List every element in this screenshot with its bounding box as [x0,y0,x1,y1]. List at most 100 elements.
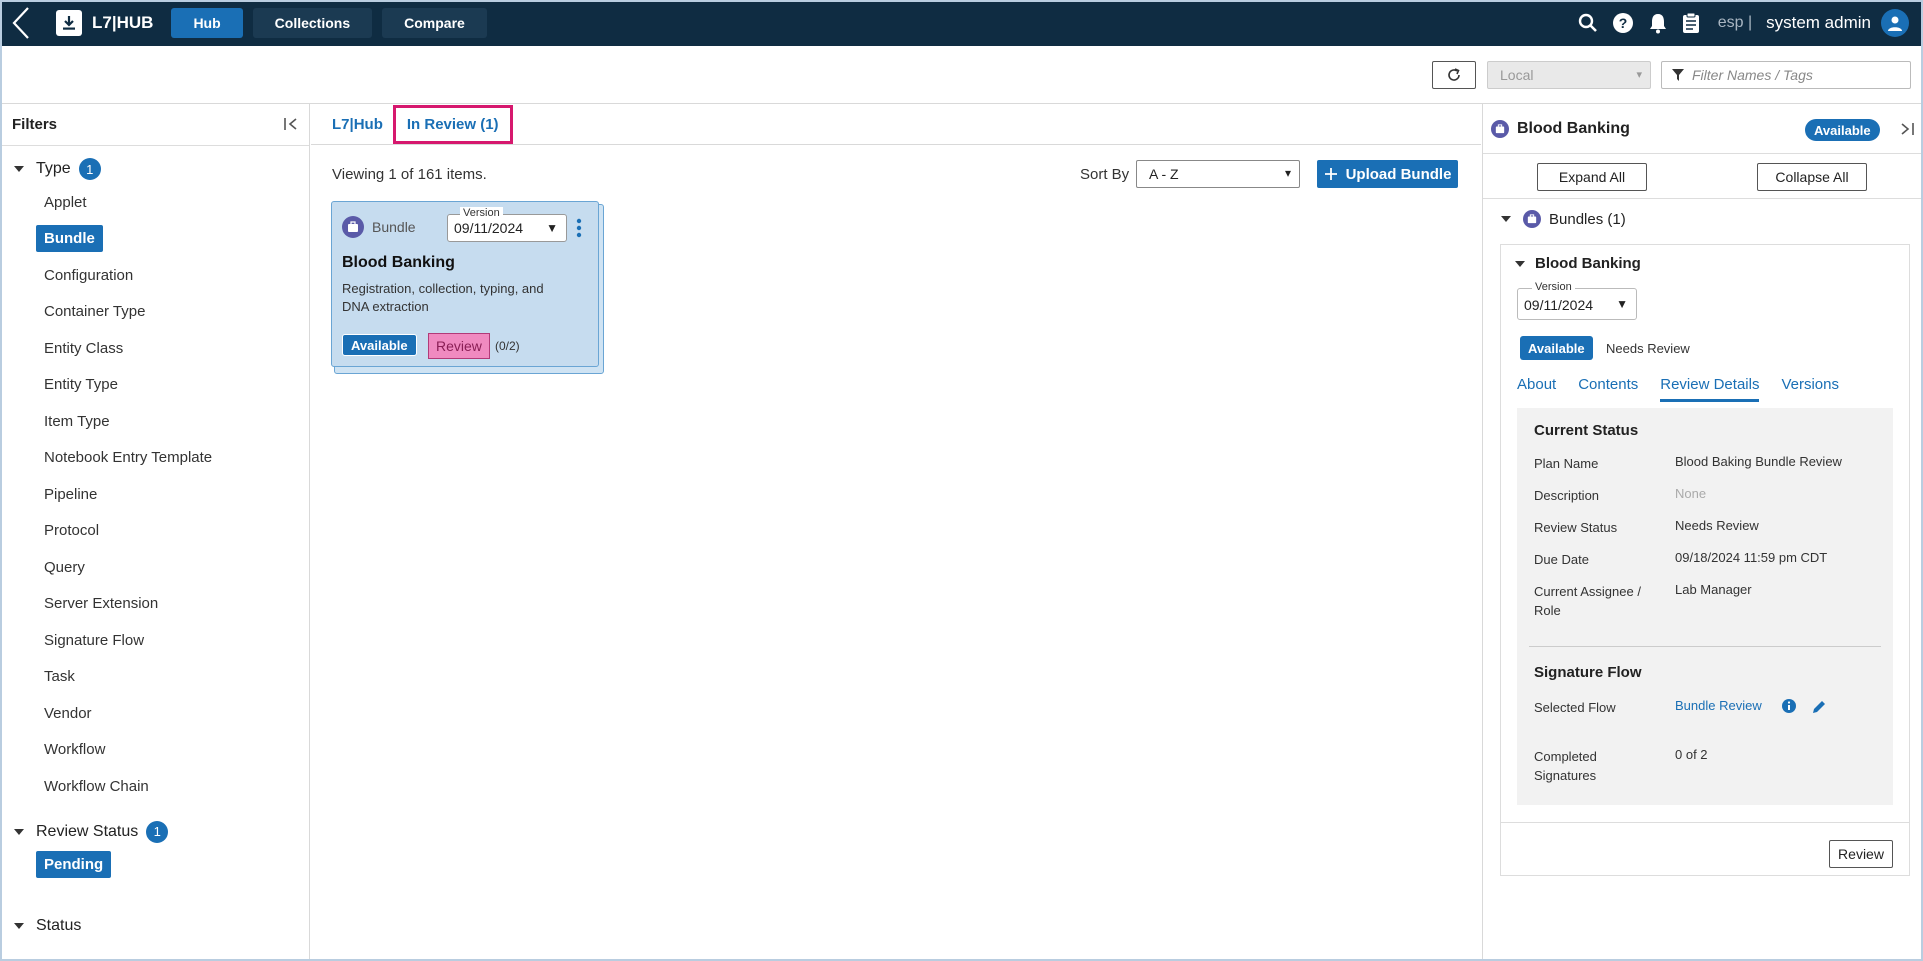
type-group-label: Type [36,160,71,177]
avatar[interactable] [1881,9,1909,37]
description-value: None [1675,486,1707,501]
plan-name-label: Plan Name [1534,456,1599,471]
selected-flow-link[interactable]: Bundle Review [1675,698,1762,713]
filter-item-label: Workflow [44,741,106,759]
filter-item-task[interactable]: Task [0,659,309,696]
help-icon[interactable]: ? [1612,12,1634,34]
app-logo[interactable]: L7|HUB [56,10,153,36]
filter-item-label: Query [44,558,85,576]
breadcrumb-hub-link[interactable]: L7|Hub [332,116,383,133]
bundle-card[interactable]: Bundle Version 09/11/2024 ▼ Blood Bankin… [331,201,599,367]
filter-item-label: Pipeline [44,485,98,503]
expand-all-button[interactable]: Expand All [1537,163,1647,191]
card-version-select[interactable]: Version 09/11/2024 ▼ [447,207,567,242]
filter-item-configuration[interactable]: Configuration [0,257,309,294]
main-content: L7|Hub In Review (1) Viewing 1 of 161 it… [311,104,1481,961]
selected-flow-label: Selected Flow [1534,700,1616,715]
refresh-button[interactable] [1432,61,1476,89]
completed-signatures-label: Completed Signatures [1534,749,1597,783]
nav-collections-button[interactable]: Collections [252,8,373,38]
toolbar: Local ▾ [0,46,1923,104]
assignee-value: Lab Manager [1675,582,1752,597]
divider [1501,822,1909,823]
filter-item-notebook-entry-template[interactable]: Notebook Entry Template [0,440,309,477]
filter-item-label: Entity Type [44,376,118,394]
plan-name-value: Blood Baking Bundle Review [1675,454,1842,469]
filter-item-protocol[interactable]: Protocol [0,513,309,550]
collapse-sidebar-icon[interactable] [283,116,299,136]
type-filter-list: Applet Bundle Configuration Container Type E… [0,184,309,805]
filter-item-pipeline[interactable]: Pipeline [0,476,309,513]
filter-item-label: Entity Class [44,339,124,357]
review-status-filter-group[interactable]: Review Status 1 [0,817,309,847]
filter-item-query[interactable]: Query [0,549,309,586]
panel-version-value: 09/11/2024 [1524,297,1594,313]
filter-item-container-type[interactable]: Container Type [0,294,309,331]
filter-item-applet[interactable]: Applet [0,184,309,221]
more-options-icon[interactable] [576,218,582,242]
assignee-label: Current Assignee / Role [1534,584,1641,618]
divider [1529,646,1881,647]
filter-item-workflow-chain[interactable]: Workflow Chain [0,768,309,805]
collapse-panel-icon[interactable] [1899,121,1915,142]
filter-item-vendor[interactable]: Vendor [0,695,309,732]
back-button[interactable] [0,0,42,46]
bell-icon[interactable] [1648,12,1668,34]
filter-item-entity-type[interactable]: Entity Type [0,367,309,404]
info-icon[interactable] [1781,698,1797,718]
status-filter-group[interactable]: Status [0,911,309,941]
filter-item-signature-flow[interactable]: Signature Flow [0,622,309,659]
review-status-label: Review Status [36,822,139,840]
user-name[interactable]: system admin [1766,13,1871,33]
filter-names-input[interactable] [1692,67,1892,83]
filter-item-workflow[interactable]: Workflow [0,732,309,769]
filter-item-label: Bundle [36,225,103,253]
bundles-section-toggle[interactable]: Bundles (1) [1501,210,1626,228]
filter-item-item-type[interactable]: Item Type [0,403,309,440]
review-status-value: Needs Review [1675,518,1759,533]
bundle-item-toggle[interactable]: Blood Banking [1515,255,1641,272]
filter-box[interactable] [1661,61,1911,89]
tab-about[interactable]: About [1517,376,1556,402]
version-label: Version [460,207,503,219]
caret-down-icon [1501,216,1511,222]
card-description: Registration, collection, typing, and DN… [342,281,544,314]
tab-versions[interactable]: Versions [1781,376,1839,402]
tab-review-details[interactable]: Review Details [1660,376,1760,402]
tab-contents[interactable]: Contents [1578,376,1638,402]
filter-item-bundle[interactable]: Bundle [0,221,309,258]
card-title[interactable]: Blood Banking [342,254,455,272]
upload-bundle-button[interactable]: Upload Bundle [1317,160,1458,188]
edit-pencil-icon[interactable] [1811,699,1827,719]
review-badge[interactable]: Review [428,333,490,359]
filter-item-label: Vendor [44,704,92,722]
clipboard-icon[interactable] [1682,12,1700,34]
tenant-label: esp | [1717,14,1753,31]
needs-review-text: Needs Review [1606,341,1690,356]
filter-item-pending[interactable]: Pending [0,847,309,884]
type-filter-group[interactable]: Type 1 [0,154,309,184]
panel-version-select[interactable]: Version 09/11/2024 ▼ [1517,281,1637,320]
review-button[interactable]: Review [1829,840,1893,868]
detail-tabs: About Contents Review Details Versions [1517,376,1861,402]
refresh-icon [1448,68,1460,81]
breadcrumb: L7|Hub In Review (1) [311,104,1481,145]
panel-status-badge: Available [1805,119,1880,141]
sort-select[interactable]: A - Z ▾ [1136,160,1300,188]
search-icon[interactable] [1578,13,1598,33]
filter-item-server-extension[interactable]: Server Extension [0,586,309,623]
bundle-detail-box: Blood Banking Version 09/11/2024 ▼ Avail… [1500,244,1910,876]
nav-hub-button[interactable]: Hub [171,8,243,38]
filter-item-label: Signature Flow [44,631,145,649]
location-select[interactable]: Local ▾ [1487,61,1651,89]
app-title: L7|HUB [92,13,154,32]
panel-available-badge: Available [1520,336,1593,360]
nav-compare-button[interactable]: Compare [382,8,487,38]
due-date-value: 09/18/2024 11:59 pm CDT [1675,550,1828,565]
caret-down-icon [14,923,24,929]
filter-item-label: Applet [44,193,87,211]
collapse-all-button[interactable]: Collapse All [1757,163,1867,191]
filter-item-entity-class[interactable]: Entity Class [0,330,309,367]
card-type: Bundle [342,216,416,238]
breadcrumb-in-review[interactable]: In Review (1) [392,104,513,144]
